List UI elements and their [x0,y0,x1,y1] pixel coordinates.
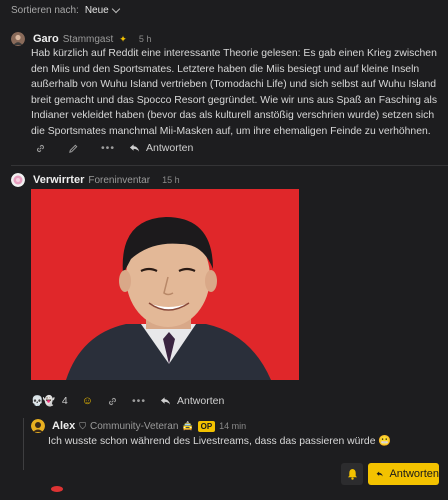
thread-line [23,418,24,470]
author-role: Community-Veteran [90,420,179,432]
reply-text: Ich wusste schon während des Livestreams… [48,436,376,447]
author-name[interactable]: Garo [33,33,59,45]
reply-label: Antworten [146,142,194,154]
avatar[interactable] [11,173,25,187]
post-garo: Garo Stammgast ✦ 5 h [11,32,441,46]
sort-bar: Sortieren nach: Neue [11,4,120,16]
post-time[interactable]: 14 min [219,421,246,431]
reactions[interactable]: 💀 👻 4 [31,395,68,407]
flair-icon: ✦ [119,33,127,44]
more-icon[interactable]: ••• [132,395,146,407]
op-badge: OP [197,420,216,432]
post-image[interactable] [31,189,299,380]
post-time[interactable]: 15 h [162,175,180,185]
sort-value: Neue [84,5,109,16]
avatar[interactable] [31,419,45,433]
post2-actions: 💀 👻 4 ☺ ••• Antworten [31,395,224,407]
link-icon[interactable] [35,143,46,154]
reply-icon [160,397,171,405]
notifications-button[interactable] [341,463,363,485]
sort-dropdown[interactable]: Neue [84,4,120,16]
reply-icon [376,471,383,477]
edit-icon[interactable] [68,143,79,154]
post-alex-header: Alex ⛉ Community-Veteran 🚖 OP 14 min [31,419,246,433]
link-icon[interactable] [107,396,118,407]
author-role: Foreninventar [88,174,151,186]
reply-label: Antworten [177,395,225,407]
reaction-count: 4 [61,395,68,407]
post-text: Ich wusste schon während des Livestreams… [48,434,391,450]
partial-avatar [51,486,63,492]
reply-topic-button[interactable]: Antworten [368,463,439,485]
sort-label: Sortieren nach: [11,5,79,16]
author-name[interactable]: Verwirrter [33,174,84,186]
grimace-emoji-icon: 😬 [378,436,392,447]
bell-icon [347,468,357,480]
post-time[interactable]: 5 h [139,34,152,44]
author-name[interactable]: Alex [52,420,75,432]
post-verwirrter-header: Verwirrter Foreninventar 15 h [11,173,180,187]
reply-button[interactable]: Antworten [160,395,224,407]
reply-button[interactable]: Antworten [129,142,193,154]
post-actions: ••• Antworten [35,142,193,154]
divider [11,165,448,166]
reply-icon [129,144,140,152]
post-text: Hab kürzlich auf Reddit eine interessant… [31,48,438,137]
author-role: Stammgast [62,33,114,45]
more-icon[interactable]: ••• [101,142,115,154]
ghost-emoji-icon: 👻 [42,395,55,407]
reply-topic-label: Antworten [389,468,439,480]
avatar[interactable] [11,32,25,46]
add-reaction-icon[interactable]: ☺ [82,395,93,407]
person-photo [31,189,299,380]
shield-icon: ⛉ [79,420,87,431]
chevron-down-icon [111,4,120,14]
car-emoji-icon: 🚖 [182,420,194,431]
